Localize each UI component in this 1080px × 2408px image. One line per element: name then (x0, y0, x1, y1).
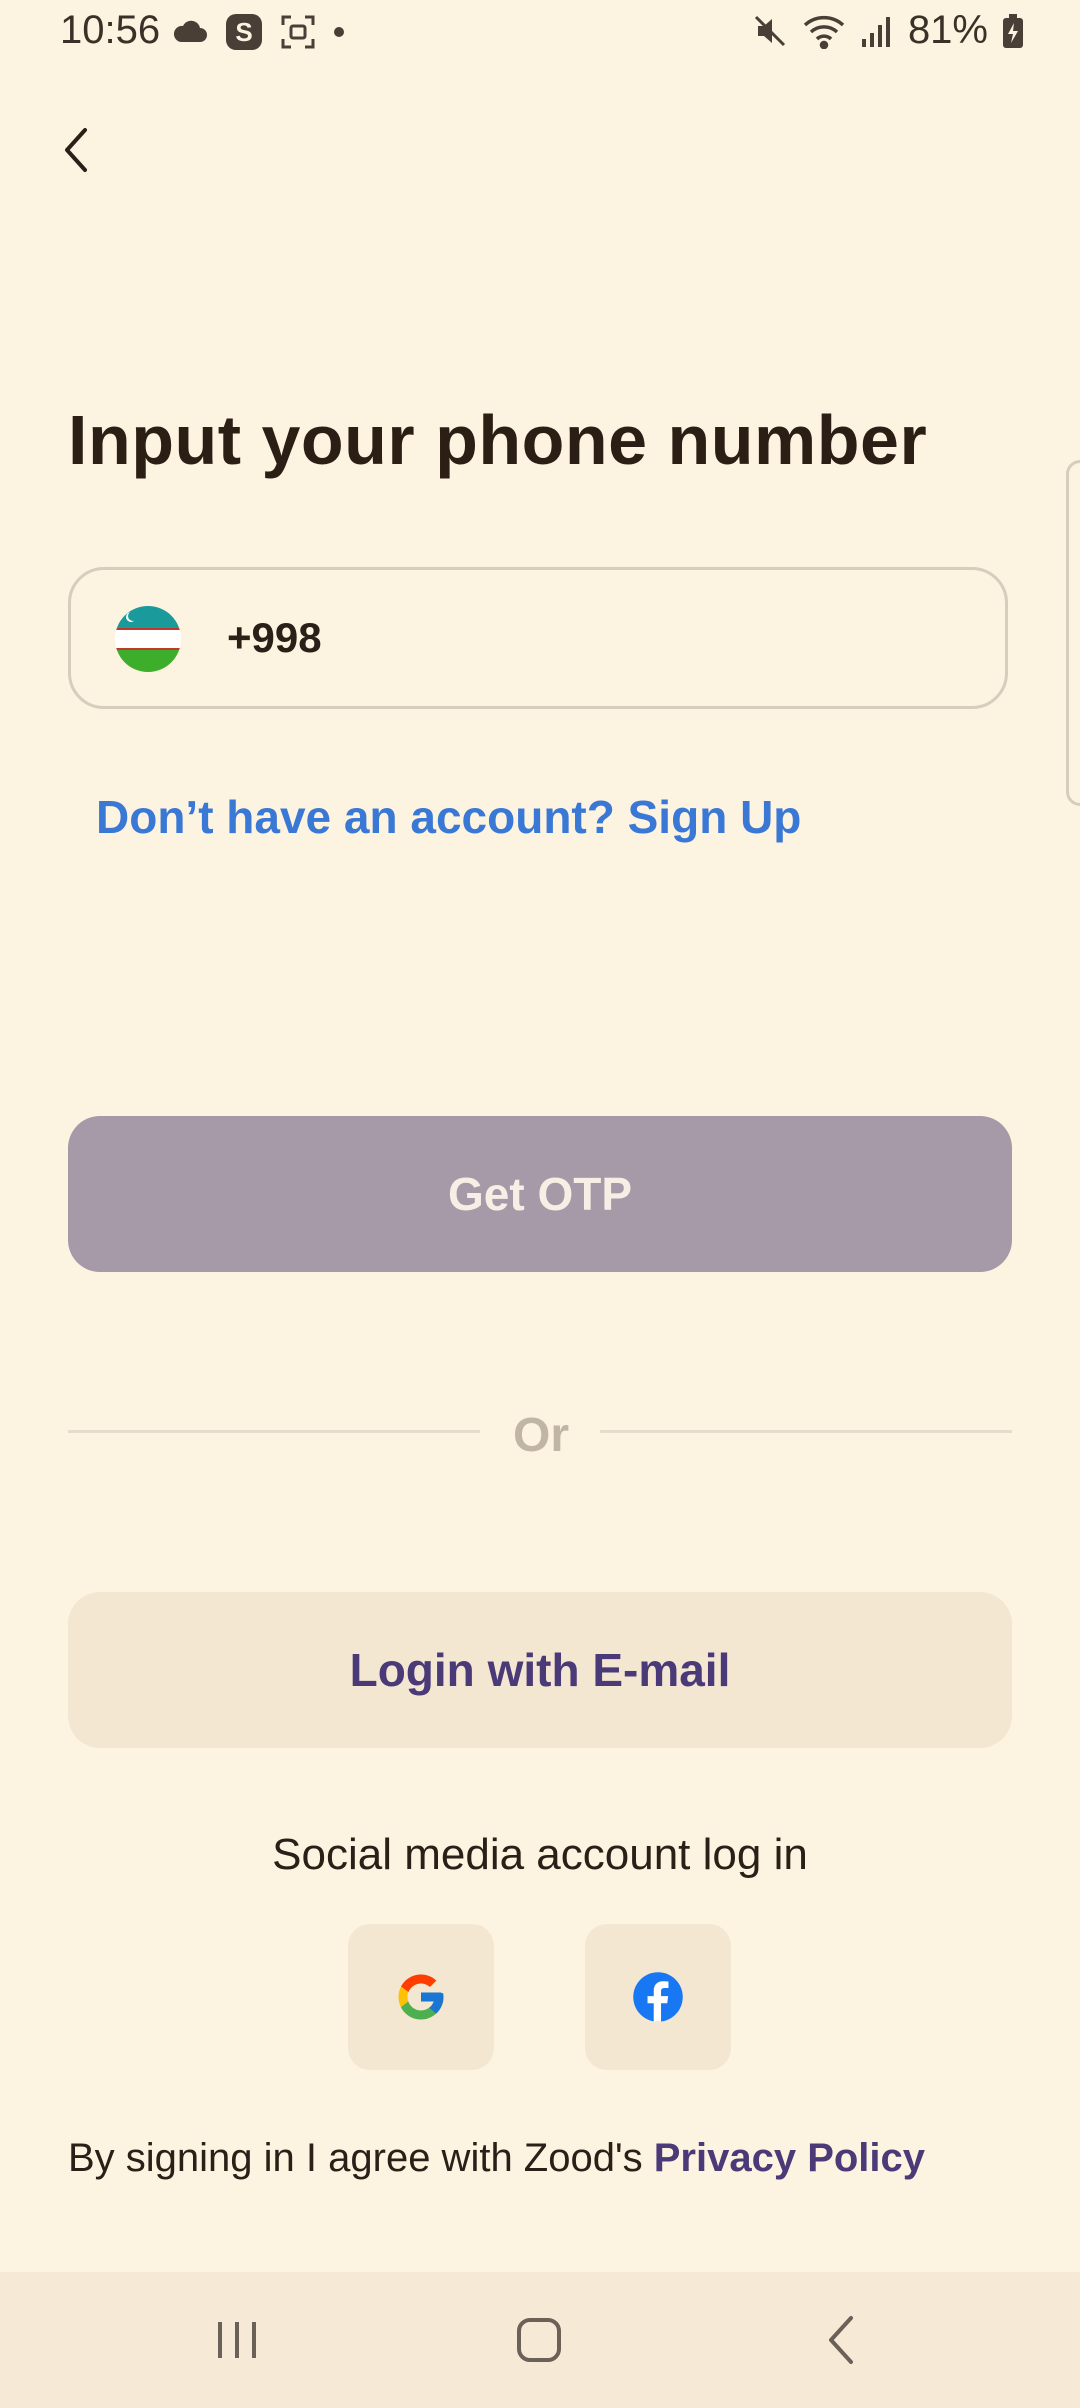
facebook-login-button[interactable] (585, 1924, 731, 2070)
facebook-icon (633, 1972, 683, 2022)
back-nav-button[interactable] (751, 2272, 931, 2408)
uzbekistan-flag-icon[interactable] (115, 606, 181, 672)
status-time: 10:56 (60, 8, 161, 52)
privacy-agreement: By signing in I agree with Zood's Privac… (68, 2136, 925, 2181)
battery-charging-icon (1003, 13, 1023, 48)
cloud-icon (173, 20, 207, 42)
divider-or: Or (512, 1409, 569, 1462)
recents-icon (218, 2322, 256, 2358)
home-icon (517, 2318, 561, 2362)
mute-icon (754, 15, 785, 46)
battery-percent: 81% (907, 8, 988, 52)
status-bar: 10:56 S 81% (0, 0, 1080, 70)
status-left-icons: S (172, 14, 344, 50)
divider-left (68, 1430, 480, 1433)
divider-right (600, 1430, 1012, 1433)
get-otp-button[interactable]: Get OTP (68, 1116, 1012, 1272)
signal-icon (861, 16, 890, 47)
recents-button[interactable] (147, 2272, 327, 2408)
screen-capture-icon (281, 15, 315, 49)
login-with-email-button[interactable]: Login with E-mail (68, 1592, 1012, 1748)
phone-number-field[interactable]: +998 (68, 567, 1008, 709)
back-button[interactable] (36, 110, 116, 190)
navigation-bar (0, 2272, 1080, 2408)
chevron-left-icon (65, 128, 87, 172)
google-login-button[interactable] (348, 1924, 494, 2070)
sign-up-link[interactable]: Don’t have an account? Sign Up (96, 790, 801, 844)
edge-handle[interactable] (1066, 460, 1080, 806)
google-icon (398, 1974, 444, 2020)
privacy-policy-link[interactable]: Privacy Policy (654, 2136, 925, 2180)
s-badge-icon: S (226, 14, 262, 50)
agreement-text: By signing in I agree with Zood's (68, 2136, 654, 2180)
wifi-icon (803, 15, 845, 49)
back-icon (829, 2316, 853, 2364)
country-code: +998 (227, 614, 322, 661)
status-right: 81% (752, 8, 1024, 53)
home-button[interactable] (449, 2272, 629, 2408)
dot-icon (334, 27, 344, 37)
social-login-title: Social media account log in (272, 1830, 808, 1879)
page-title: Input your phone number (68, 401, 928, 479)
